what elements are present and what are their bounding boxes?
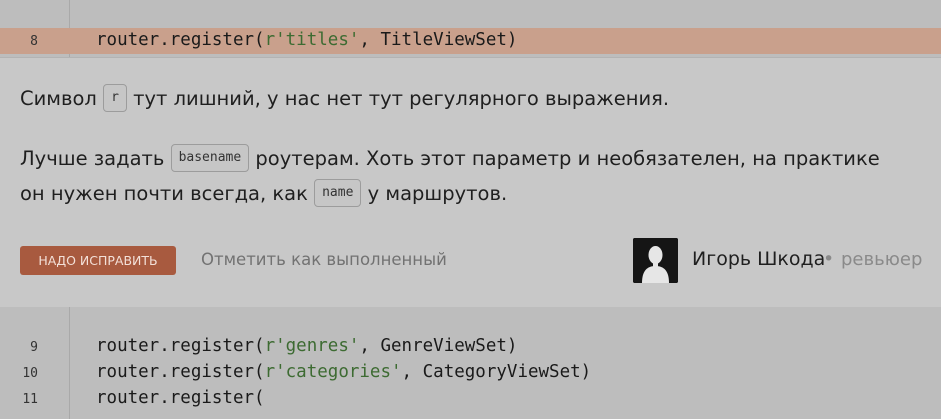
line-number: 9 [30,340,38,355]
code-text: router.register(r'genres', GenreViewSet) [96,336,517,356]
comment-text: он нужен почти всегда, как [20,182,308,205]
code-prefix: router.register( [96,388,265,408]
code-prefix: router.register( [96,30,265,50]
code-line-highlighted[interactable]: 8 router.register(r'titles', TitleViewSe… [0,28,941,54]
code-string: r'categories' [264,362,402,382]
comment-text: Символ [20,87,97,110]
code-line[interactable]: 10 router.register(r'categories', Catego… [0,360,941,386]
comment-paragraph-3: он нужен почти всегда, как name у маршру… [20,176,507,211]
line-number: 8 [30,34,38,49]
code-line[interactable]: 9 router.register(r'genres', GenreViewSe… [0,334,941,360]
person-silhouette-icon [633,238,678,283]
comment-paragraph-2: Лучше задать basename роутерам. Хоть это… [20,141,880,176]
inline-code-chip: basename [170,143,250,172]
comment-text: роутерам. Хоть этот параметр и необязате… [255,147,880,170]
comment-text: Лучше задать [20,147,165,170]
code-text: router.register( [96,388,265,408]
line-number: 10 [22,366,38,381]
inline-code-chip: name [314,178,362,207]
code-text: router.register(r'categories', CategoryV… [96,362,591,382]
reviewer-role: ревьюер [841,249,923,270]
code-text: router.register(r'titles', TitleViewSet) [96,30,517,50]
line-number: 11 [22,392,38,407]
code-block-bottom: 9 router.register(r'genres', GenreViewSe… [0,307,941,419]
mark-done-link[interactable]: Отметить как выполненный [201,250,447,269]
code-prefix: router.register( [96,336,265,356]
comment-text: у маршрутов. [367,182,508,205]
code-line[interactable]: 11 router.register( [0,386,941,412]
comment-text: тут лишний, у нас нет тут регулярного вы… [133,87,670,110]
reviewer-name[interactable]: Игорь Шкода [692,248,825,270]
separator-dot: • [823,248,835,270]
code-string: r'genres' [264,336,360,356]
code-block-top: 8 router.register(r'titles', TitleViewSe… [0,0,941,57]
needs-fix-button[interactable]: НАДО ИСПРАВИТЬ [20,246,176,275]
code-suffix: , CategoryViewSet) [401,362,592,382]
code-string: r'titles' [264,30,360,50]
code-suffix: , TitleViewSet) [359,30,518,50]
code-suffix: , GenreViewSet) [359,336,518,356]
inline-code-chip: r [103,83,127,112]
reviewer-avatar [633,238,678,283]
code-prefix: router.register( [96,362,265,382]
review-comment: Символ r тут лишний, у нас нет тут регул… [0,57,941,308]
comment-paragraph-1: Символ r тут лишний, у нас нет тут регул… [20,81,669,116]
